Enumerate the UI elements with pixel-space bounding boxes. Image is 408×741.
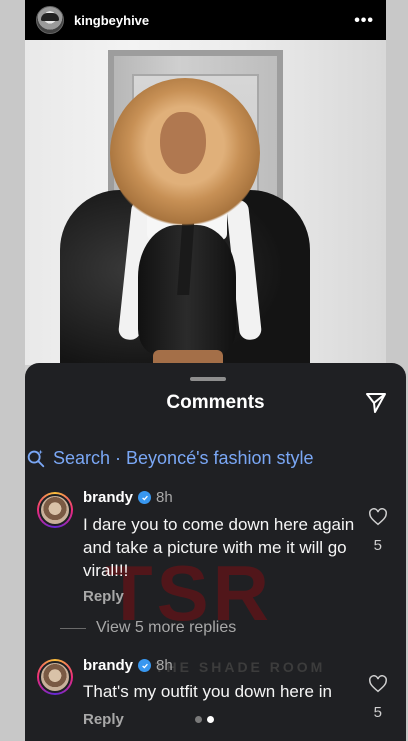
page-dot-active bbox=[207, 716, 214, 723]
post-username[interactable]: kingbeyhive bbox=[74, 13, 149, 28]
replies-divider bbox=[60, 627, 86, 629]
search-suggestion[interactable]: Search · Beyoncé's fashion style bbox=[25, 447, 314, 469]
reply-button[interactable]: Reply bbox=[83, 711, 124, 728]
heart-icon[interactable] bbox=[368, 508, 388, 526]
like-count: 5 bbox=[373, 537, 382, 554]
commenter-avatar[interactable] bbox=[37, 659, 73, 695]
face bbox=[160, 112, 206, 174]
page-dot bbox=[195, 716, 202, 723]
verified-badge-icon bbox=[138, 491, 152, 504]
view-replies-label: View 5 more replies bbox=[96, 619, 237, 636]
post-photo[interactable] bbox=[25, 40, 386, 365]
screen: kingbeyhive ••• Comments Search · Beyonc… bbox=[0, 0, 408, 741]
comment-meta: brandy 8h bbox=[83, 489, 173, 506]
like-count: 5 bbox=[373, 704, 382, 721]
ellipsis-icon[interactable]: ••• bbox=[354, 12, 374, 30]
sheet-title: Comments bbox=[166, 392, 265, 413]
comment-time: 8h bbox=[156, 657, 173, 674]
comments-sheet: Comments Search · Beyoncé's fashion styl… bbox=[25, 363, 406, 741]
comment-text: That's my outfit you down here in bbox=[83, 682, 332, 701]
view-more-replies[interactable]: View 5 more replies bbox=[60, 619, 236, 637]
comment-username[interactable]: brandy bbox=[83, 657, 133, 674]
sheet-drag-handle[interactable] bbox=[190, 377, 226, 381]
reply-button[interactable]: Reply bbox=[83, 588, 124, 605]
left-border bbox=[0, 0, 25, 741]
page-indicator bbox=[195, 716, 214, 723]
share-send-icon[interactable] bbox=[364, 391, 388, 415]
heart-icon[interactable] bbox=[368, 675, 388, 693]
comment-meta: brandy 8h bbox=[83, 657, 173, 674]
search-sparkle-icon bbox=[27, 449, 45, 468]
avatar-hat-graphic bbox=[41, 13, 59, 21]
verified-badge-icon bbox=[138, 659, 152, 672]
commenter-avatar[interactable] bbox=[37, 492, 73, 528]
comment-time: 8h bbox=[156, 489, 173, 506]
post-header: kingbeyhive ••• bbox=[25, 0, 386, 40]
watermark-text: THE SHADE ROOM bbox=[155, 659, 326, 675]
search-text: Search · Beyoncé's fashion style bbox=[53, 447, 314, 468]
profile-avatar[interactable] bbox=[36, 6, 64, 34]
comment-text: I dare you to come down here again and t… bbox=[83, 515, 355, 580]
comment-username[interactable]: brandy bbox=[83, 489, 133, 506]
